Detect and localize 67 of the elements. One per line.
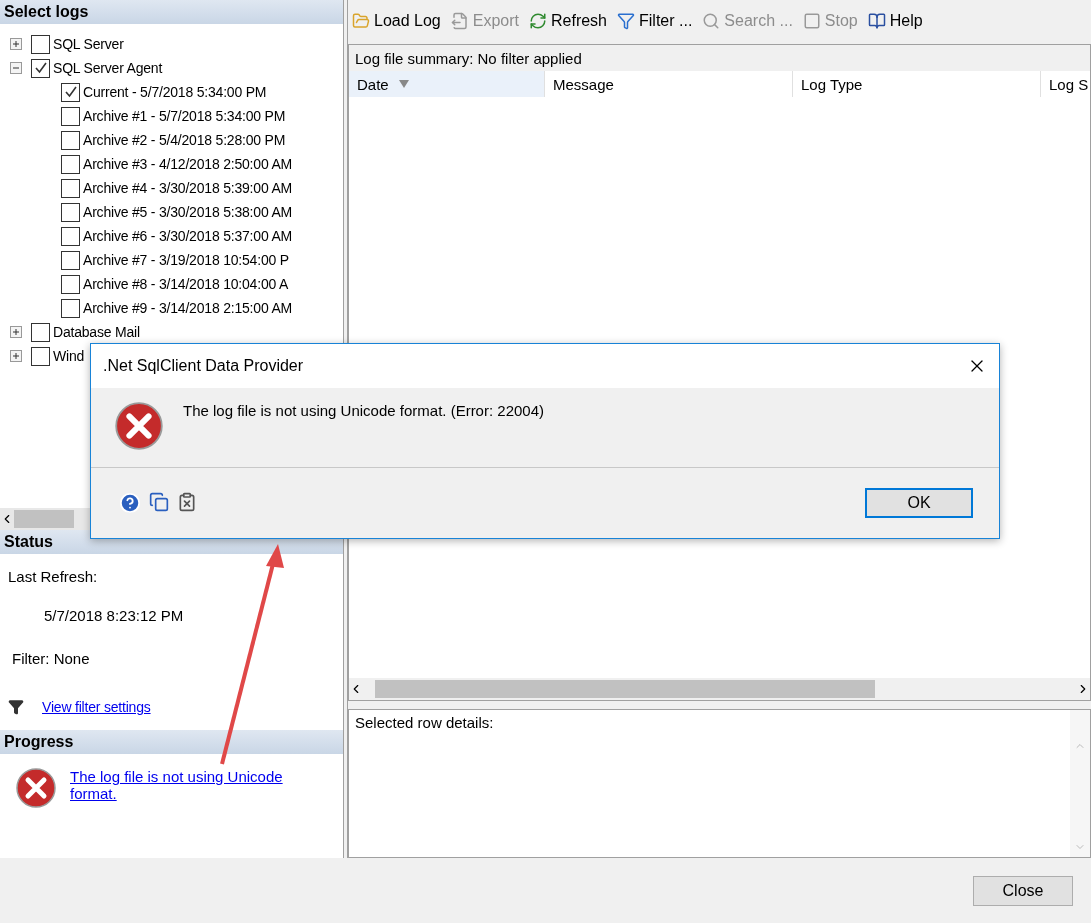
toolbar-button[interactable]: Filter ... xyxy=(617,12,693,30)
column-header[interactable]: Date xyxy=(349,71,545,97)
checkbox[interactable] xyxy=(61,226,80,246)
tree-item[interactable]: Database Mail xyxy=(53,324,140,340)
checkbox[interactable] xyxy=(61,298,80,318)
toolbar-button[interactable]: Help xyxy=(867,12,923,30)
tree-item[interactable]: Archive #5 - 3/30/2018 5:38:00 AM xyxy=(83,204,292,220)
refresh-icon xyxy=(529,12,547,30)
error-link[interactable]: The log file is not using Unicode format. xyxy=(70,768,310,808)
help-icon[interactable] xyxy=(119,492,141,514)
checkbox[interactable] xyxy=(31,346,50,366)
tree-item[interactable]: SQL Server Agent xyxy=(53,60,163,76)
expand-icon[interactable] xyxy=(10,326,22,338)
tree-item[interactable]: Archive #9 - 3/14/2018 2:15:00 AM xyxy=(83,300,292,316)
tree-item[interactable]: Archive #1 - 5/7/2018 5:34:00 PM xyxy=(83,108,286,124)
toolbar-button[interactable]: Refresh xyxy=(529,12,607,30)
error-icon xyxy=(16,768,56,808)
folder-icon xyxy=(352,12,370,30)
scrollbar-thumb[interactable] xyxy=(375,680,875,698)
export-icon xyxy=(450,12,469,30)
checkbox[interactable] xyxy=(31,34,50,54)
copy-icon[interactable] xyxy=(149,492,169,512)
tree-item[interactable]: SQL Server xyxy=(53,36,124,52)
error-icon xyxy=(115,402,163,450)
checkbox[interactable] xyxy=(61,178,80,198)
details-label: Selected row details: xyxy=(354,713,495,733)
scrollbar-thumb[interactable] xyxy=(14,510,74,528)
tree-item[interactable]: Archive #6 - 3/30/2018 5:37:00 AM xyxy=(83,228,292,244)
search-icon xyxy=(702,12,721,30)
tree-item[interactable]: Current - 5/7/2018 5:34:00 PM xyxy=(83,84,267,100)
tree-item[interactable]: Archive #4 - 3/30/2018 5:39:00 AM xyxy=(83,180,292,196)
dialog-title: .Net SqlClient Data Provider xyxy=(103,357,304,375)
last-refresh-label: Last Refresh: xyxy=(8,568,99,585)
panel-header: Select logs xyxy=(0,0,343,24)
filter-icon xyxy=(617,12,635,30)
sort-icon xyxy=(398,80,409,88)
filter-settings-link[interactable]: View filter settings xyxy=(42,699,151,715)
checkbox[interactable] xyxy=(61,106,80,126)
expand-icon[interactable] xyxy=(10,350,22,362)
book-icon xyxy=(867,12,886,30)
toolbar-button[interactable]: Load Log xyxy=(352,12,441,30)
panel-header: Progress xyxy=(0,730,343,754)
ok-button[interactable]: OK xyxy=(865,488,973,518)
stop-icon xyxy=(802,12,821,30)
tree-item[interactable]: Archive #2 - 5/4/2018 5:28:00 PM xyxy=(83,132,286,148)
scrollbar[interactable] xyxy=(349,678,1090,700)
close-button[interactable]: Close xyxy=(973,875,1073,906)
checkbox[interactable] xyxy=(61,82,80,102)
tree-item[interactable]: Wind xyxy=(53,348,85,364)
collapse-icon[interactable] xyxy=(10,62,22,74)
tree-item[interactable]: Archive #3 - 4/12/2018 2:50:00 AM xyxy=(83,156,292,172)
checkbox[interactable] xyxy=(31,58,50,78)
tree-item[interactable]: Archive #8 - 3/14/2018 10:04:00 A xyxy=(83,276,289,292)
checkbox[interactable] xyxy=(61,274,80,294)
checkbox[interactable] xyxy=(61,154,80,174)
tree-item[interactable]: Archive #7 - 3/19/2018 10:54:00 P xyxy=(83,252,289,268)
clipboard-icon[interactable] xyxy=(177,492,197,512)
filter-status: Filter: None xyxy=(12,650,91,667)
checkbox[interactable] xyxy=(61,250,80,270)
checkbox[interactable] xyxy=(61,130,80,150)
expand-icon[interactable] xyxy=(10,38,22,50)
log-summary: Log file summary: No filter applied xyxy=(349,45,1090,71)
last-refresh-time: 5/7/2018 8:23:12 PM xyxy=(44,607,185,624)
checkbox[interactable] xyxy=(61,202,80,222)
checkbox[interactable] xyxy=(31,322,50,342)
error-message: The log file is not using Unicode format. (Error: 22004) xyxy=(183,402,544,421)
filter-icon xyxy=(8,699,24,715)
